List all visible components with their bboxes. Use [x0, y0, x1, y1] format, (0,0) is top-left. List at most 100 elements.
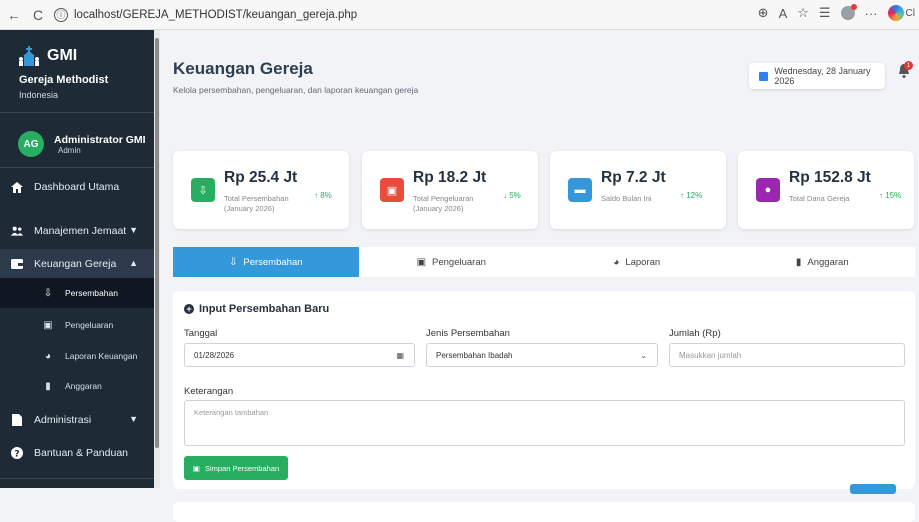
- brand-name: GMI: [47, 47, 78, 64]
- avatar: AG: [18, 131, 44, 157]
- stat-label: Total Persembahan (January 2026): [224, 194, 289, 213]
- tab-laporan[interactable]: ◕ Laporan: [544, 247, 730, 277]
- tanggal-value: 01/28/2026: [194, 350, 235, 360]
- save-button[interactable]: ▣ Simpan Persembahan: [184, 456, 288, 480]
- reload-icon: C: [32, 6, 44, 23]
- table-action-button[interactable]: [850, 484, 896, 494]
- sidebar-subitem-label: Anggaran: [65, 381, 102, 391]
- file-icon: [11, 414, 23, 426]
- calendar-icon[interactable]: ▦: [396, 351, 404, 360]
- copilot-icon[interactable]: [887, 5, 904, 21]
- church-icon: [19, 46, 39, 66]
- money-bill-icon: ▣: [43, 319, 53, 331]
- sidebar-subitem-label: Laporan Keuangan: [65, 351, 138, 361]
- browser-toolbar: ← C ⓘ localhost/GEREJA_METHODIST/keuanga…: [0, 0, 919, 30]
- user-role: Admin: [58, 145, 81, 155]
- divider: [0, 478, 154, 479]
- persembahan-form: + Input Persembahan Baru Tanggal 01/28/2…: [173, 291, 915, 489]
- sidebar-item-dashboard[interactable]: Dashboard Utama: [0, 172, 154, 202]
- help-icon: ?: [11, 447, 23, 459]
- stat-trend: ↑ 12%: [680, 191, 703, 200]
- reload-button[interactable]: C: [28, 5, 48, 25]
- back-button[interactable]: ←: [4, 5, 24, 25]
- zoom-icon[interactable]: ⊕: [758, 5, 769, 21]
- piggy-bank-icon: ●: [756, 178, 780, 202]
- sidebar-item-jemaat[interactable]: Manajemen Jemaat ▼: [0, 216, 154, 246]
- jenis-label: Jenis Persembahan: [426, 328, 510, 339]
- money-bill-icon: ▣: [380, 178, 404, 202]
- keterangan-textarea[interactable]: Keterangan tambahan: [184, 400, 905, 446]
- stat-card-saldo: ▬ Rp 7.2 Jt Saldo Bulan Ini ↑ 12%: [550, 151, 726, 229]
- tanggal-label: Tanggal: [184, 328, 218, 339]
- stat-trend: ↓ 5%: [503, 191, 521, 200]
- stat-label: Saldo Bulan Ini: [601, 194, 652, 203]
- copilot-label: Cl: [905, 7, 915, 19]
- file-invoice-icon: ▮: [795, 256, 802, 268]
- more-menu-icon[interactable]: ···: [865, 6, 878, 21]
- jumlah-input[interactable]: Masukkan jumlah: [669, 343, 905, 367]
- tab-label: Pengeluaran: [432, 256, 486, 268]
- hand-holding-icon: ⇩: [191, 178, 215, 202]
- profile-icon[interactable]: [840, 4, 857, 20]
- read-aloud-icon[interactable]: A: [779, 6, 788, 21]
- address-bar[interactable]: ⓘ localhost/GEREJA_METHODIST/keuangan_ge…: [54, 4, 357, 26]
- sidebar-item-keuangan[interactable]: Keuangan Gereja ▲: [0, 249, 154, 279]
- sidebar-subitem-persembahan[interactable]: ⇩ Persembahan: [0, 278, 154, 308]
- form-title-text: Input Persembahan Baru: [199, 303, 330, 315]
- date-badge: Wednesday, 28 January 2026: [749, 63, 885, 89]
- tab-persembahan[interactable]: ⇩ Persembahan: [173, 247, 359, 277]
- sidebar-item-label: Dashboard Utama: [34, 181, 120, 193]
- form-title: + Input Persembahan Baru: [184, 303, 329, 315]
- stat-value: Rp 18.2 Jt: [413, 169, 487, 186]
- brand-country: Indonesia: [19, 90, 59, 100]
- back-arrow-icon: ←: [7, 6, 21, 23]
- chevron-down-icon: ▼: [129, 225, 138, 235]
- sidebar-subitem-label: Pengeluaran: [65, 320, 114, 330]
- money-bill-icon: ▣: [416, 256, 427, 268]
- jumlah-label: Jumlah (Rp): [669, 328, 721, 339]
- sidebar-item-label: Administrasi: [34, 414, 92, 426]
- sidebar-subitem-pengeluaran[interactable]: ▣ Pengeluaran: [0, 310, 154, 340]
- tab-pengeluaran[interactable]: ▣ Pengeluaran: [359, 247, 545, 277]
- stat-trend: ↑ 15%: [879, 191, 902, 200]
- hand-holding-icon: ⇩: [43, 287, 53, 299]
- plus-circle-icon: +: [184, 304, 194, 314]
- calendar-icon: [759, 71, 769, 81]
- jenis-select[interactable]: Persembahan Ibadah ⌄: [426, 343, 658, 367]
- tab-label: Laporan: [625, 256, 661, 268]
- stat-trend: ↑ 8%: [314, 191, 332, 200]
- file-invoice-icon: ▮: [45, 380, 51, 392]
- brand[interactable]: GMI: [19, 46, 77, 66]
- stat-value: Rp 25.4 Jt: [224, 169, 298, 186]
- notification-button[interactable]: 1: [898, 61, 913, 81]
- jumlah-placeholder: Masukkan jumlah: [679, 350, 742, 360]
- favorites-list-icon[interactable]: ☰: [819, 5, 831, 21]
- sidebar-item-bantuan[interactable]: ? Bantuan & Panduan: [0, 438, 154, 468]
- browser-actions: ⊕ A ☆ ☰ ··· Cl: [758, 4, 915, 21]
- keterangan-placeholder: Keterangan tambahan: [194, 408, 269, 417]
- scrollbar-thumb[interactable]: [155, 38, 159, 448]
- stat-value: Rp 152.8 Jt: [789, 169, 871, 186]
- site-info-icon[interactable]: ⓘ: [54, 7, 68, 22]
- sidebar-item-administrasi[interactable]: Administrasi ▼: [0, 405, 154, 435]
- sidebar-item-label: Manajemen Jemaat: [34, 225, 127, 237]
- stat-card-pengeluaran: ▣ Rp 18.2 Jt Total Pengeluaran (January …: [362, 151, 538, 229]
- sidebar: GMI Gereja Methodist Indonesia AG Admini…: [0, 30, 154, 488]
- favorite-star-icon[interactable]: ☆: [797, 5, 809, 21]
- sidebar-subitem-laporan[interactable]: ◕ Laporan Keuangan: [0, 341, 154, 371]
- chevron-down-icon: ▼: [129, 414, 138, 424]
- keterangan-label: Keterangan: [184, 386, 234, 397]
- tanggal-input[interactable]: 01/28/2026 ▦: [184, 343, 415, 367]
- tab-anggaran[interactable]: ▮ Anggaran: [730, 247, 916, 277]
- table-card: [173, 502, 915, 522]
- sidebar-subitem-anggaran[interactable]: ▮ Anggaran: [0, 371, 154, 401]
- page-description: Kelola persembahan, pengeluaran, dan lap…: [173, 85, 419, 95]
- tab-label: Persembahan: [243, 256, 303, 268]
- jenis-value: Persembahan Ibadah: [436, 350, 513, 360]
- pie-chart-icon: ◕: [44, 350, 52, 362]
- tab-bar: ⇩ Persembahan ▣ Pengeluaran ◕ Laporan ▮ …: [173, 247, 915, 277]
- user-profile[interactable]: AG Administrator GMI Admin: [18, 131, 146, 157]
- page-title: Keuangan Gereja: [173, 59, 313, 78]
- sidebar-item-label: Bantuan & Panduan: [34, 447, 128, 459]
- brand-subtitle: Gereja Methodist: [19, 74, 109, 86]
